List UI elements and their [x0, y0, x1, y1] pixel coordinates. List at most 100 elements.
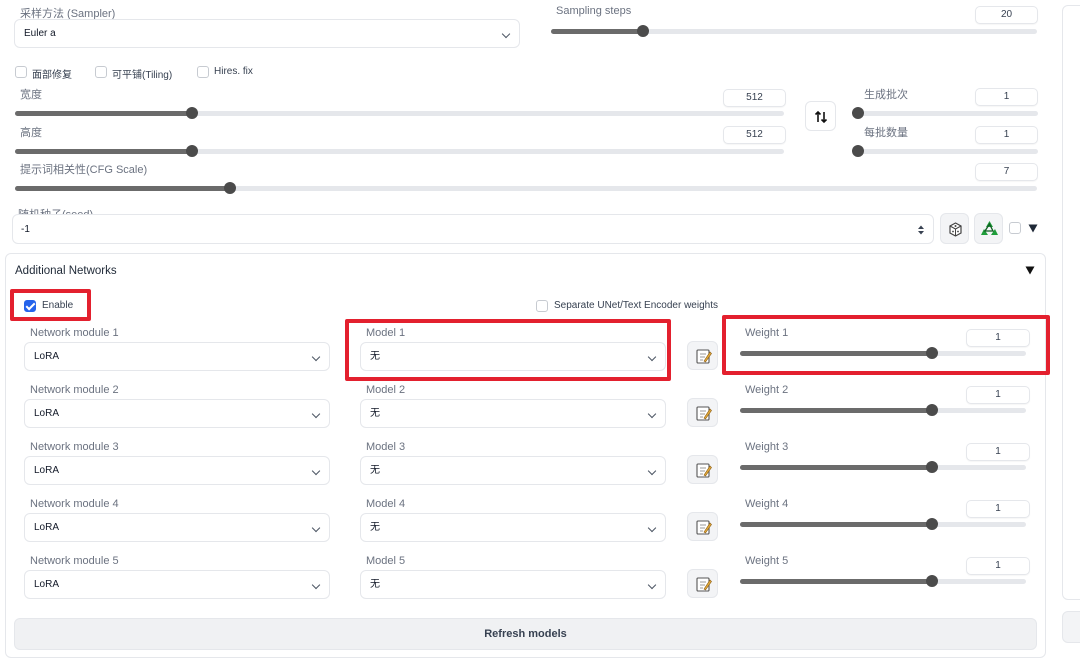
- dice-icon: [949, 222, 962, 237]
- swap-dimensions-button[interactable]: [805, 101, 836, 131]
- model-label: Model 2: [366, 384, 406, 396]
- edit-model-button[interactable]: [687, 455, 718, 484]
- hires-fix-checkbox[interactable]: [197, 66, 209, 78]
- sampler-value: Euler a: [24, 28, 56, 39]
- model-select[interactable]: 无: [360, 513, 666, 542]
- network-module-select[interactable]: LoRA: [24, 513, 330, 542]
- steps-slider[interactable]: [551, 24, 1037, 38]
- seed-input[interactable]: -1: [12, 214, 934, 244]
- model-value: 无: [370, 351, 380, 362]
- chevron-down-icon: [311, 409, 321, 419]
- edit-model-button[interactable]: [687, 341, 718, 370]
- chevron-down-icon: [501, 29, 511, 39]
- model-select[interactable]: 无: [360, 342, 666, 371]
- weight-slider[interactable]: [740, 460, 1026, 474]
- network-module-label: Network module 2: [30, 384, 119, 396]
- network-module-select[interactable]: LoRA: [24, 456, 330, 485]
- chevron-down-icon: [311, 352, 321, 362]
- slider-thumb[interactable]: [925, 518, 938, 530]
- slider-thumb[interactable]: [852, 107, 864, 119]
- random-seed-button[interactable]: [940, 213, 969, 244]
- steps-input[interactable]: 20: [975, 6, 1038, 24]
- chevron-down-icon: [647, 523, 657, 533]
- batch-count-input[interactable]: 1: [975, 88, 1038, 106]
- triangle-down-icon[interactable]: [1028, 224, 1038, 233]
- chevron-down-icon: [311, 580, 321, 590]
- width-slider[interactable]: [15, 106, 784, 120]
- network-module-label: Network module 4: [30, 498, 119, 510]
- batch-count-label: 生成批次: [864, 89, 908, 101]
- model-select[interactable]: 无: [360, 399, 666, 428]
- network-module-select[interactable]: LoRA: [24, 570, 330, 599]
- swap-icon: [814, 110, 828, 124]
- batch-count-slider[interactable]: [852, 106, 1038, 120]
- tiling-checkbox[interactable]: [95, 66, 107, 78]
- edit-model-button[interactable]: [687, 512, 718, 541]
- weight-slider[interactable]: [740, 517, 1026, 531]
- network-module-value: LoRA: [34, 351, 60, 362]
- stepper-icon[interactable]: [917, 224, 925, 236]
- weight-label: Weight 1: [745, 327, 789, 339]
- weight-label: Weight 3: [745, 441, 789, 453]
- edit-model-button[interactable]: [687, 398, 718, 427]
- network-module-label: Network module 5: [30, 555, 119, 567]
- separate-weights-label: Separate UNet/Text Encoder weights: [554, 300, 718, 311]
- network-module-value: LoRA: [34, 579, 60, 590]
- slider-thumb[interactable]: [223, 182, 236, 194]
- batch-size-input[interactable]: 1: [975, 126, 1038, 144]
- output-panel-edge: [1062, 5, 1080, 600]
- slider-thumb[interactable]: [185, 145, 198, 157]
- slider-thumb[interactable]: [925, 575, 938, 587]
- width-input[interactable]: 512: [723, 89, 786, 107]
- cfg-label: 提示词相关性(CFG Scale): [20, 164, 148, 176]
- edit-icon: [696, 520, 712, 535]
- recycle-icon: [981, 221, 998, 235]
- height-input[interactable]: 512: [723, 126, 786, 144]
- weight-input[interactable]: 1: [966, 443, 1030, 461]
- edit-model-button[interactable]: [687, 569, 718, 598]
- batch-size-slider[interactable]: [852, 144, 1038, 158]
- weight-label: Weight 4: [745, 498, 789, 510]
- cfg-slider[interactable]: [15, 181, 1037, 195]
- weight-label: Weight 2: [745, 384, 789, 396]
- model-label: Model 3: [366, 441, 406, 453]
- refresh-models-button[interactable]: Refresh models: [14, 618, 1037, 650]
- cfg-input[interactable]: 7: [975, 163, 1038, 181]
- height-slider[interactable]: [15, 144, 784, 158]
- extra-seed-checkbox[interactable]: [1009, 222, 1021, 234]
- model-select[interactable]: 无: [360, 456, 666, 485]
- chevron-down-icon: [647, 352, 657, 362]
- reuse-seed-button[interactable]: [974, 213, 1003, 244]
- triangle-down-icon[interactable]: [1025, 266, 1035, 275]
- slider-thumb[interactable]: [925, 404, 938, 416]
- weight-input[interactable]: 1: [966, 386, 1030, 404]
- enable-checkbox[interactable]: [24, 300, 36, 312]
- edit-icon: [696, 349, 712, 364]
- weight-slider[interactable]: [740, 574, 1026, 588]
- weight-slider[interactable]: [740, 346, 1026, 360]
- face-restore-checkbox[interactable]: [15, 66, 27, 78]
- weight-input[interactable]: 1: [966, 557, 1030, 575]
- weight-input[interactable]: 1: [966, 329, 1030, 347]
- slider-thumb[interactable]: [637, 25, 650, 37]
- slider-thumb[interactable]: [852, 145, 864, 157]
- model-value: 无: [370, 522, 380, 533]
- network-module-select[interactable]: LoRA: [24, 342, 330, 371]
- height-label: 高度: [20, 127, 42, 139]
- steps-label: Sampling steps: [556, 5, 632, 17]
- network-module-select[interactable]: LoRA: [24, 399, 330, 428]
- weight-slider[interactable]: [740, 403, 1026, 417]
- model-label: Model 5: [366, 555, 406, 567]
- sampler-select[interactable]: Euler a: [14, 19, 520, 48]
- weight-input[interactable]: 1: [966, 500, 1030, 518]
- model-select[interactable]: 无: [360, 570, 666, 599]
- slider-thumb[interactable]: [925, 461, 938, 473]
- network-module-label: Network module 3: [30, 441, 119, 453]
- edit-icon: [696, 577, 712, 592]
- slider-thumb[interactable]: [185, 107, 198, 119]
- slider-thumb[interactable]: [925, 347, 938, 359]
- output-button-edge[interactable]: [1062, 611, 1080, 643]
- separate-weights-checkbox[interactable]: [536, 300, 548, 312]
- additional-networks-title: Additional Networks: [15, 265, 117, 277]
- model-value: 无: [370, 579, 380, 590]
